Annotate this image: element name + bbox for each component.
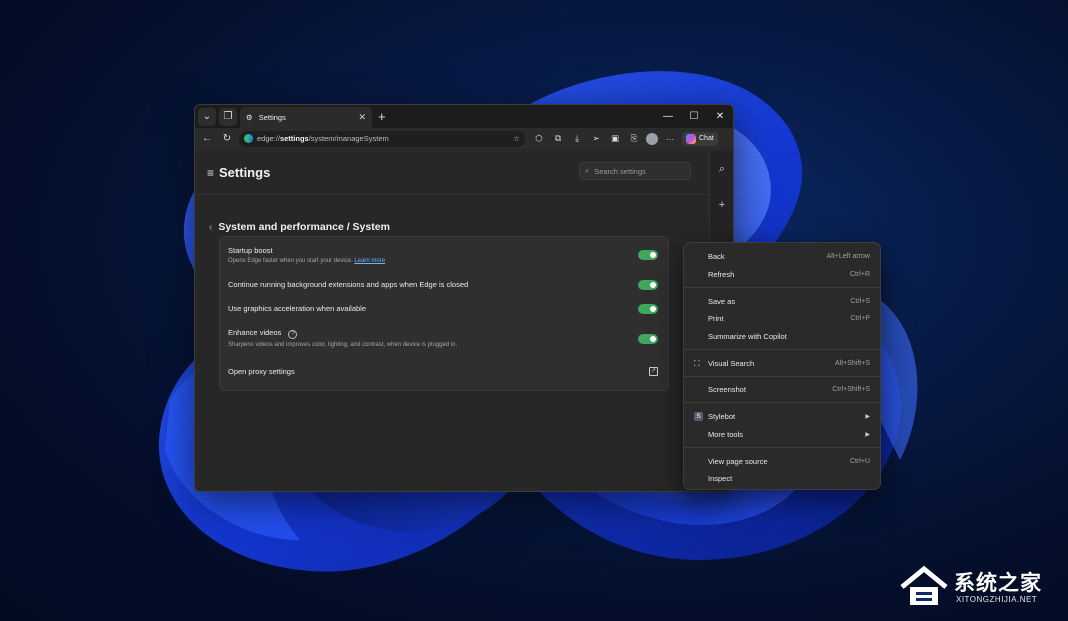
page-title: Settings [219, 165, 271, 180]
breadcrumb-back-icon[interactable]: ‹ [209, 222, 212, 233]
menu-item-save-as[interactable]: Save as Ctrl+S [684, 293, 880, 310]
toolbar: ← ↻ edge://settings/system/manageSystem … [195, 128, 733, 150]
menu-separator [684, 349, 880, 350]
address-text: edge://settings/system/manageSystem [257, 134, 389, 143]
settings-page: ≡ Settings ⌕ Search settings ‹ System an… [195, 151, 711, 491]
graphics-acceleration-toggle[interactable] [638, 304, 658, 314]
screenshot-icon[interactable]: ▣ [608, 132, 622, 146]
settings-card: Startup boost Opens Edge faster when you… [219, 236, 669, 391]
setting-graphics-acceleration: Use graphics acceleration when available [228, 304, 658, 314]
menu-item-refresh[interactable]: Refresh Ctrl+R [684, 266, 880, 283]
menu-item-screenshot[interactable]: Screenshot Ctrl+Shift+S [684, 381, 880, 398]
setting-description: Opens Edge faster when you start your de… [228, 258, 386, 264]
menu-hamburger-icon[interactable]: ≡ [207, 166, 214, 180]
setting-enhance-videos: Enhance videos? Sharpens videos and impr… [228, 328, 658, 348]
startup-boost-toggle[interactable] [638, 250, 658, 260]
edge-logo-icon [244, 134, 253, 143]
chat-label: Chat [699, 135, 714, 142]
add-icon[interactable]: + [710, 187, 733, 223]
menu-item-view-source[interactable]: View page source Ctrl+U [684, 453, 880, 470]
browser-window: ⌄ ❐ ⚙ Settings ✕ + — ☐ ✕ ← ↻ edge://sett… [194, 104, 734, 492]
context-menu: Back Alt+Left arrow Refresh Ctrl+R Save as… [683, 242, 881, 490]
extensions-icon[interactable]: ⬡ [532, 132, 546, 146]
setting-description: Sharpens videos and improves color, ligh… [228, 342, 458, 348]
close-tab-icon[interactable]: ✕ [358, 112, 366, 123]
setting-label: Continue running background extensions a… [228, 280, 469, 289]
setting-startup-boost: Startup boost Opens Edge faster when you… [228, 246, 658, 264]
menu-item-print[interactable]: Print Ctrl+P [684, 310, 880, 327]
menu-item-back[interactable]: Back Alt+Left arrow [684, 248, 880, 265]
settings-gear-icon: ⚙ [246, 113, 253, 122]
new-tab-button[interactable]: + [378, 109, 386, 124]
menu-item-more-tools[interactable]: More tools ▶ [684, 426, 880, 443]
menu-item-summarize-copilot[interactable]: Summarize with Copilot [684, 328, 880, 345]
search-placeholder: Search settings [594, 166, 646, 176]
tab-actions-chevron-down-icon[interactable]: ⌄ [198, 107, 216, 126]
setting-label: Startup boost [228, 246, 273, 255]
copilot-icon [686, 133, 696, 144]
menu-separator [684, 376, 880, 377]
collections-icon[interactable]: ⧉ [551, 132, 565, 146]
minimize-button[interactable]: — [655, 105, 681, 128]
address-bar[interactable]: edge://settings/system/manageSystem ☆ [239, 130, 525, 147]
visual-search-icon: ⛶ [694, 358, 700, 368]
more-icon[interactable]: ··· [663, 132, 677, 146]
setting-open-proxy[interactable]: Open proxy settings ↗ [228, 367, 658, 376]
share-icon[interactable]: ➢ [589, 132, 603, 146]
submenu-arrow-icon: ▶ [865, 414, 870, 420]
favorite-star-icon[interactable]: ☆ [513, 134, 520, 143]
tab-title: Settings [258, 113, 286, 122]
workspaces-icon[interactable]: ❐ [219, 107, 237, 126]
settings-header: ≡ Settings ⌕ Search settings [195, 151, 711, 195]
enhance-videos-toggle[interactable] [638, 334, 658, 344]
watermark-url: XITONGZHIJIA.NET [956, 595, 1038, 604]
toolbar-buttons: ⬡ ⧉ ⤓ ➢ ▣ ⎘ ··· Chat [532, 131, 718, 146]
menu-separator [684, 287, 880, 288]
downloads-icon[interactable]: ⤓ [570, 132, 584, 146]
tab-strip: ⌄ ❐ ⚙ Settings ✕ + — ☐ ✕ [195, 105, 733, 128]
menu-item-inspect[interactable]: Inspect [684, 470, 880, 487]
setting-label: Open proxy settings [228, 367, 295, 376]
menu-item-stylebot[interactable]: S Stylebot ▶ [684, 408, 880, 425]
tab-settings[interactable]: ⚙ Settings ✕ [240, 107, 372, 128]
breadcrumb-text: System and performance / System [218, 221, 390, 233]
menu-separator [684, 447, 880, 448]
watermark-house-icon [900, 565, 948, 605]
search-icon: ⌕ [585, 166, 590, 175]
submenu-arrow-icon: ▶ [865, 432, 870, 438]
back-arrow-icon[interactable]: ← [199, 131, 215, 147]
menu-item-visual-search[interactable]: ⛶ Visual Search Alt+Shift+S [684, 355, 880, 372]
menu-separator [684, 402, 880, 403]
setting-background-extensions: Continue running background extensions a… [228, 280, 658, 290]
setting-label: Use graphics acceleration when available [228, 304, 366, 313]
search-input[interactable]: ⌕ Search settings [579, 162, 691, 180]
stylebot-icon: S [694, 412, 703, 421]
feedback-icon[interactable]: ⎘ [627, 132, 641, 146]
external-link-icon[interactable]: ↗ [649, 367, 658, 376]
close-window-button[interactable]: ✕ [707, 105, 733, 128]
profile-avatar[interactable] [646, 132, 658, 145]
setting-label: Enhance videos? [228, 328, 658, 339]
learn-more-link[interactable]: Learn more [354, 258, 385, 264]
breadcrumb: ‹ System and performance / System [209, 221, 390, 233]
background-extensions-toggle[interactable] [638, 280, 658, 290]
maximize-button[interactable]: ☐ [681, 105, 707, 128]
chat-button[interactable]: Chat [682, 131, 718, 146]
help-icon[interactable]: ? [288, 330, 298, 339]
window-controls: — ☐ ✕ [655, 105, 733, 128]
sidebar-search-icon[interactable]: ⌕ [710, 151, 733, 187]
watermark-title: 系统之家 [954, 572, 1042, 595]
watermark-logo: 系统之家 XITONGZHIJIA.NET [898, 563, 1058, 613]
refresh-icon[interactable]: ↻ [219, 131, 235, 147]
